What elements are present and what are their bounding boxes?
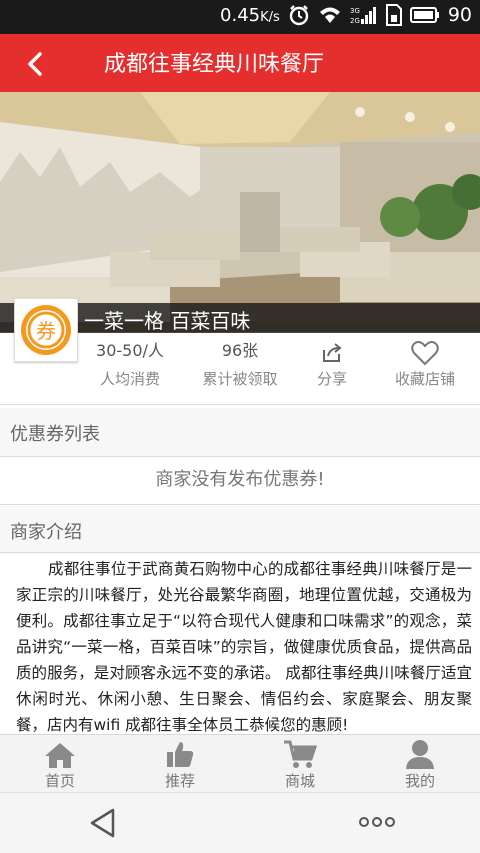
share-icon [323,343,342,362]
bottom-tab-bar: 首页 推荐 商城 我的 [0,734,480,792]
alarm-icon [289,5,309,26]
avg-price-value: 30-50/人 [96,341,164,360]
cart-icon [284,740,317,768]
divider [0,504,480,505]
divider [0,552,480,553]
avg-price-stat: 30-50/人 人均消费 [80,340,180,389]
shop-slogan: 一菜一格 百菜百味 [84,309,251,333]
chevron-left-icon [28,52,42,76]
divider [0,456,480,457]
nav-menu-icon[interactable] [358,815,396,829]
tab-recommend[interactable]: 推荐 [140,737,220,791]
tab-home-label: 首页 [44,772,75,790]
user-icon [406,740,434,769]
network-speed: 0.45K/s [220,5,280,26]
tab-mall-label: 商城 [284,772,315,790]
app-header: 成都往事经典川味餐厅 [0,34,480,92]
avg-price-label: 人均消费 [99,370,160,388]
system-nav-bar [0,792,480,853]
sim-icon [385,4,402,26]
tab-home[interactable]: 首页 [20,737,100,791]
intro-section-header: 商家介绍 [0,506,480,554]
svg-text:2G: 2G [350,17,360,25]
coupon-section-title: 优惠券列表 [10,424,100,445]
share-button[interactable]: 分享 [302,340,362,389]
tab-mine[interactable]: 我的 [380,737,460,791]
svg-text:3G: 3G [350,7,360,15]
network-speed-value: 0.45 [220,4,261,26]
divider [0,404,480,405]
no-coupons-message: 商家没有发布优惠券! [0,458,480,502]
shop-stats: 30-50/人 人均消费 96张 累计被领取 分享 收藏店铺 [80,340,480,402]
share-label: 分享 [316,370,347,388]
coupon-logo-icon: 券 [21,305,71,355]
page-title: 成都往事经典川味餐厅 [104,52,325,77]
back-button[interactable] [20,46,60,82]
claimed-label: 累计被领取 [202,370,278,388]
logo-char: 券 [36,319,56,343]
status-bar: 0.45K/s 3G 2G 90 [0,0,480,34]
heart-icon [411,341,439,366]
tab-mall[interactable]: 商城 [260,737,340,791]
signal-icon: 3G 2G [350,7,376,25]
tab-recommend-label: 推荐 [164,772,195,790]
thumbs-up-icon [167,742,194,767]
coupon-section-header: 优惠券列表 [0,408,480,456]
intro-section-title: 商家介绍 [10,522,82,543]
tab-mine-label: 我的 [404,772,435,790]
network-speed-unit: K/s [260,9,280,25]
claimed-value: 96张 [221,341,259,360]
intro-text: 成都往事位于武商黄石购物中心的成都往事经典川味餐厅是一家正宗的川味餐厅，处光谷最… [16,560,472,734]
restaurant-photo [0,92,480,332]
nav-back-icon[interactable] [88,807,118,839]
favorite-shop-button[interactable]: 收藏店铺 [380,340,470,389]
shop-logo: 券 [14,298,78,362]
battery-level: 90 [447,4,472,26]
claimed-stat: 96张 累计被领取 [190,340,290,389]
favorite-label: 收藏店铺 [394,370,455,388]
wifi-icon [319,7,340,23]
home-icon [45,743,75,768]
battery-icon [409,7,439,23]
